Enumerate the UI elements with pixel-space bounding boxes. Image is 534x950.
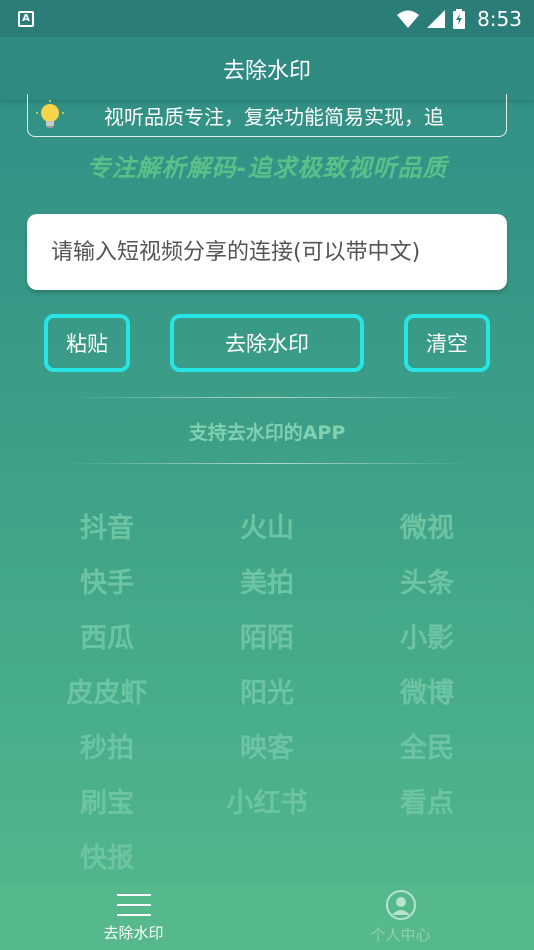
nav-profile[interactable]: 个人中心 <box>267 884 534 950</box>
nav-home-label: 去除水印 <box>103 923 164 942</box>
supported-app-item: 全民 <box>400 733 454 764</box>
nav-profile-label: 个人中心 <box>370 925 431 944</box>
notice-text: 视听品质专注，复杂功能简易实现，追 <box>104 104 444 129</box>
link-input-card <box>27 214 507 290</box>
remove-watermark-button[interactable]: 去除水印 <box>170 314 364 372</box>
supported-app-item: 小红书 <box>226 788 308 819</box>
supported-apps-grid: 抖音 火山 微视快手 美拍 头条西瓜 陌陌 小影皮皮虾 阳光 微博秒拍 映客 全民刷宝 小红书 看点快报 <box>27 510 507 877</box>
battery-icon <box>453 8 466 29</box>
lightbulb-icon <box>36 100 64 128</box>
nav-home[interactable]: 去除水印 <box>0 884 267 950</box>
supported-app-item: 快报 <box>80 843 134 874</box>
supported-app-item: 刷宝 <box>80 788 134 819</box>
clear-button[interactable]: 清空 <box>404 314 490 372</box>
status-bar: A 8:53 <box>0 0 534 37</box>
notice-marquee: 视听品质专注，复杂功能简易实现，追 <box>27 94 507 137</box>
slogan: 专注解析解码-追求极致视听品质 <box>86 154 448 182</box>
supported-app-item: 快手 <box>80 568 134 599</box>
divider-top <box>60 397 474 398</box>
user-icon <box>385 889 416 920</box>
supported-app-item: 看点 <box>400 788 454 819</box>
clock: 8:53 <box>477 6 522 31</box>
paste-button[interactable]: 粘贴 <box>44 314 130 372</box>
menu-icon <box>116 893 151 916</box>
wifi-icon <box>397 10 420 28</box>
support-title: 支持去水印的APP <box>188 422 346 444</box>
page-title: 去除水印 <box>0 37 534 100</box>
bottom-nav: 去除水印 个人中心 <box>0 884 534 950</box>
supported-app-item: 西瓜 <box>80 623 134 654</box>
supported-app-item: 皮皮虾 <box>66 678 148 709</box>
supported-app-item: 陌陌 <box>240 623 294 654</box>
supported-app-item: 头条 <box>400 568 454 599</box>
supported-app-item: 抖音 <box>80 513 134 544</box>
supported-app-item: 美拍 <box>240 568 294 599</box>
link-input[interactable] <box>27 222 507 282</box>
signal-icon <box>427 9 446 28</box>
supported-app-item: 火山 <box>240 513 294 544</box>
supported-app-item: 小影 <box>400 623 454 654</box>
supported-app-item: 阳光 <box>240 678 294 709</box>
supported-app-item: 映客 <box>240 733 294 764</box>
supported-app-item: 秒拍 <box>80 733 134 764</box>
supported-app-item: 微博 <box>400 678 454 709</box>
supported-app-item: 微视 <box>400 513 454 544</box>
app-notification-icon: A <box>18 10 34 27</box>
divider-bottom <box>60 463 474 464</box>
